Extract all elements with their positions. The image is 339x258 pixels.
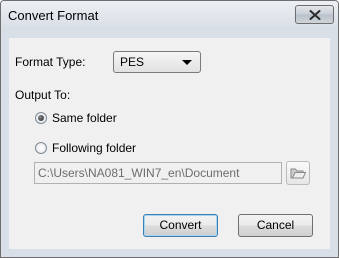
folder-path-value: C:\Users\NA081_WIN7_en\Document [38, 166, 240, 180]
open-folder-icon [290, 168, 306, 179]
browse-folder-button[interactable] [286, 161, 310, 185]
same-folder-label[interactable]: Same folder [52, 111, 117, 125]
format-type-label: Format Type: [15, 55, 86, 69]
folder-path-field[interactable]: C:\Users\NA081_WIN7_en\Document [34, 162, 282, 184]
output-to-label: Output To: [15, 88, 71, 102]
window-title: Convert Format [8, 8, 99, 23]
same-folder-radio[interactable] [35, 112, 47, 124]
convert-button[interactable]: Convert [143, 214, 218, 237]
cancel-button[interactable]: Cancel [238, 214, 313, 237]
close-button[interactable] [295, 5, 334, 24]
close-icon [309, 10, 321, 20]
convert-format-dialog: Convert Format Format Type: PES Output T… [0, 0, 339, 258]
following-folder-radio[interactable] [35, 142, 47, 154]
format-type-dropdown[interactable]: PES [113, 51, 201, 73]
title-bar[interactable]: Convert Format [1, 1, 338, 29]
dropdown-arrow-icon [182, 60, 192, 65]
format-type-value: PES [120, 55, 145, 69]
dialog-body: Format Type: PES Output To: Same folder … [9, 38, 330, 249]
following-folder-label[interactable]: Following folder [52, 141, 136, 155]
